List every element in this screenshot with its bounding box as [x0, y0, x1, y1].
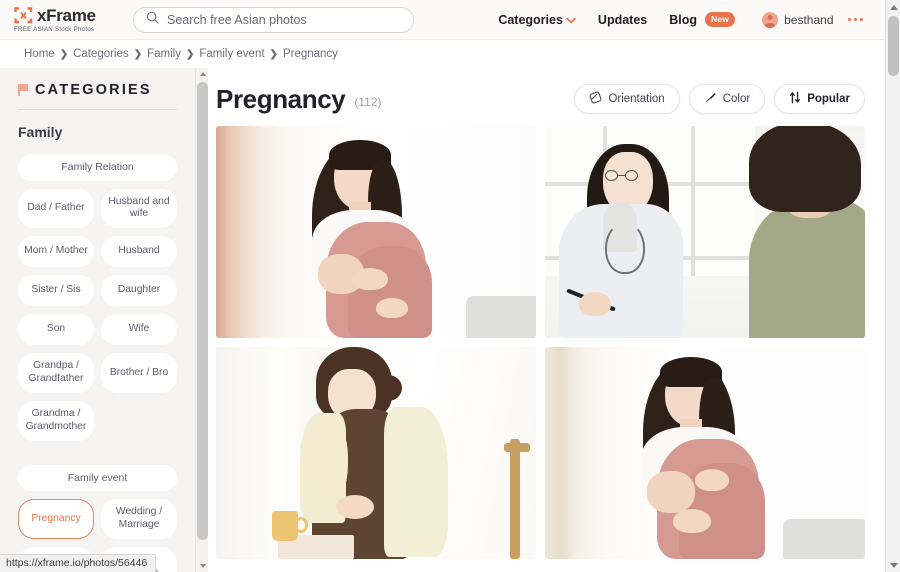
filter-color-label: Color: [722, 93, 751, 105]
breadcrumb-item-family[interactable]: Family: [147, 48, 181, 60]
sidebar-tag-brother[interactable]: Brother / Bro: [101, 353, 177, 394]
breadcrumb-item-categories[interactable]: Categories: [73, 48, 129, 60]
new-badge: New: [705, 12, 736, 27]
sidebar-tag-husband-and-wife[interactable]: Husband and wife: [101, 188, 177, 229]
sidebar-scrollbar[interactable]: [195, 68, 208, 572]
sidebar-tag-grid-family-relation: Dad / Father Husband and wife Mom / Moth…: [18, 188, 177, 441]
nav-label-categories: Categories: [498, 12, 563, 27]
breadcrumb-separator: ❯: [59, 48, 69, 60]
chevron-down-icon: [566, 13, 576, 27]
nav-item-blog[interactable]: Blog New: [658, 12, 746, 27]
sidebar-section-heading-family-relation[interactable]: Family Relation: [18, 154, 177, 181]
sidebar-group-title: Family: [18, 124, 63, 140]
sidebar-scrollbar-thumb[interactable]: [197, 82, 208, 540]
main-content: Pregnancy (112) Orientation Color Popula…: [208, 68, 885, 572]
scroll-down-arrow-icon[interactable]: [886, 558, 900, 572]
photo-card-3[interactable]: [216, 347, 536, 559]
sidebar-tag-husband[interactable]: Husband: [101, 236, 177, 268]
scroll-up-arrow-icon[interactable]: [886, 0, 900, 14]
sidebar-tag-grandma[interactable]: Grandma / Grandmother: [18, 401, 94, 441]
orientation-icon: [589, 91, 602, 107]
page-title: Pregnancy: [216, 83, 346, 114]
breadcrumb-item-pregnancy[interactable]: Pregnancy: [283, 48, 338, 60]
sidebar-tag-daughter[interactable]: Daughter: [101, 275, 177, 307]
page-root: xFrame FREE ASIAN Stock Photos Categorie…: [0, 0, 885, 572]
breadcrumb-separator: ❯: [133, 48, 143, 60]
logo-tagline: FREE ASIAN Stock Photos: [14, 25, 95, 33]
brush-icon: [704, 91, 717, 107]
search-icon: [146, 11, 159, 29]
nav-label-blog: Blog: [669, 12, 698, 27]
sidebar-tag-wife[interactable]: Wife: [101, 314, 177, 346]
sidebar-tag-sister[interactable]: Sister / Sis: [18, 275, 94, 307]
nav-item-categories[interactable]: Categories: [487, 13, 587, 27]
filter-color-button[interactable]: Color: [688, 84, 766, 114]
browser-scrollbar[interactable]: [885, 0, 900, 572]
filter-orientation-button[interactable]: Orientation: [574, 84, 680, 114]
sidebar-title: CATEGORIES: [18, 82, 177, 109]
site-header: xFrame FREE ASIAN Stock Photos Categorie…: [0, 0, 885, 40]
scroll-up-arrow-icon[interactable]: [196, 68, 208, 80]
breadcrumb-separator: ❯: [185, 48, 195, 60]
content-area: CATEGORIES Family Family Relation Dad / …: [0, 68, 885, 572]
sort-icon: [789, 91, 801, 107]
sidebar-section-gap: [18, 441, 177, 465]
filter-sort-label: Popular: [807, 93, 850, 105]
ellipsis-icon[interactable]: [844, 17, 872, 22]
site-logo[interactable]: xFrame FREE ASIAN Stock Photos: [14, 7, 119, 33]
nav-label-updates: Updates: [597, 12, 648, 27]
search-bar[interactable]: [133, 6, 414, 33]
filter-sort-button[interactable]: Popular: [774, 84, 865, 114]
photo-count: (112): [354, 95, 382, 109]
scroll-down-arrow-icon[interactable]: [196, 560, 208, 572]
status-bar-url: https://xframe.io/photos/56446: [0, 554, 157, 572]
main-header: Pregnancy (112) Orientation Color Popula…: [216, 78, 865, 120]
sidebar-tag-son[interactable]: Son: [18, 314, 94, 346]
breadcrumb: Home ❯ Categories ❯ Family ❯ Family even…: [0, 40, 885, 68]
sidebar-title-label: CATEGORIES: [35, 82, 152, 98]
photo-card-1[interactable]: [216, 126, 536, 338]
filter-bar: Orientation Color Popular: [574, 84, 865, 114]
main-nav: Categories Updates Blog New besthand: [487, 11, 872, 28]
sidebar-tag-wedding[interactable]: Wedding / Marriage: [101, 499, 177, 540]
user-avatar-icon: [762, 11, 779, 28]
photo-card-4[interactable]: [545, 347, 865, 559]
user-menu[interactable]: besthand: [746, 11, 843, 28]
photo-card-2[interactable]: [545, 126, 865, 338]
nav-item-updates[interactable]: Updates: [587, 13, 658, 27]
username-label: besthand: [784, 12, 834, 27]
sidebar-tag-mom[interactable]: Mom / Mother: [18, 236, 94, 268]
breadcrumb-item-home[interactable]: Home: [24, 48, 55, 60]
sidebar: CATEGORIES Family Family Relation Dad / …: [0, 68, 208, 572]
flag-icon: [18, 84, 28, 96]
sidebar-tag-dad[interactable]: Dad / Father: [18, 188, 94, 229]
sidebar-section-heading-family-event[interactable]: Family event: [18, 464, 177, 492]
sidebar-tag-grandpa[interactable]: Grandpa / Grandfather: [18, 353, 94, 394]
browser-scrollbar-thumb[interactable]: [888, 16, 899, 76]
sidebar-divider: [18, 109, 177, 110]
logo-wordmark: xFrame: [37, 5, 96, 25]
breadcrumb-item-family-event[interactable]: Family event: [199, 48, 264, 60]
search-input[interactable]: [167, 12, 401, 27]
filter-orientation-label: Orientation: [608, 93, 665, 105]
breadcrumb-separator: ❯: [269, 48, 278, 60]
sidebar-tag-pregnancy[interactable]: Pregnancy: [18, 499, 94, 540]
bracket-frame-icon: [14, 6, 33, 24]
photo-grid: [216, 126, 865, 559]
